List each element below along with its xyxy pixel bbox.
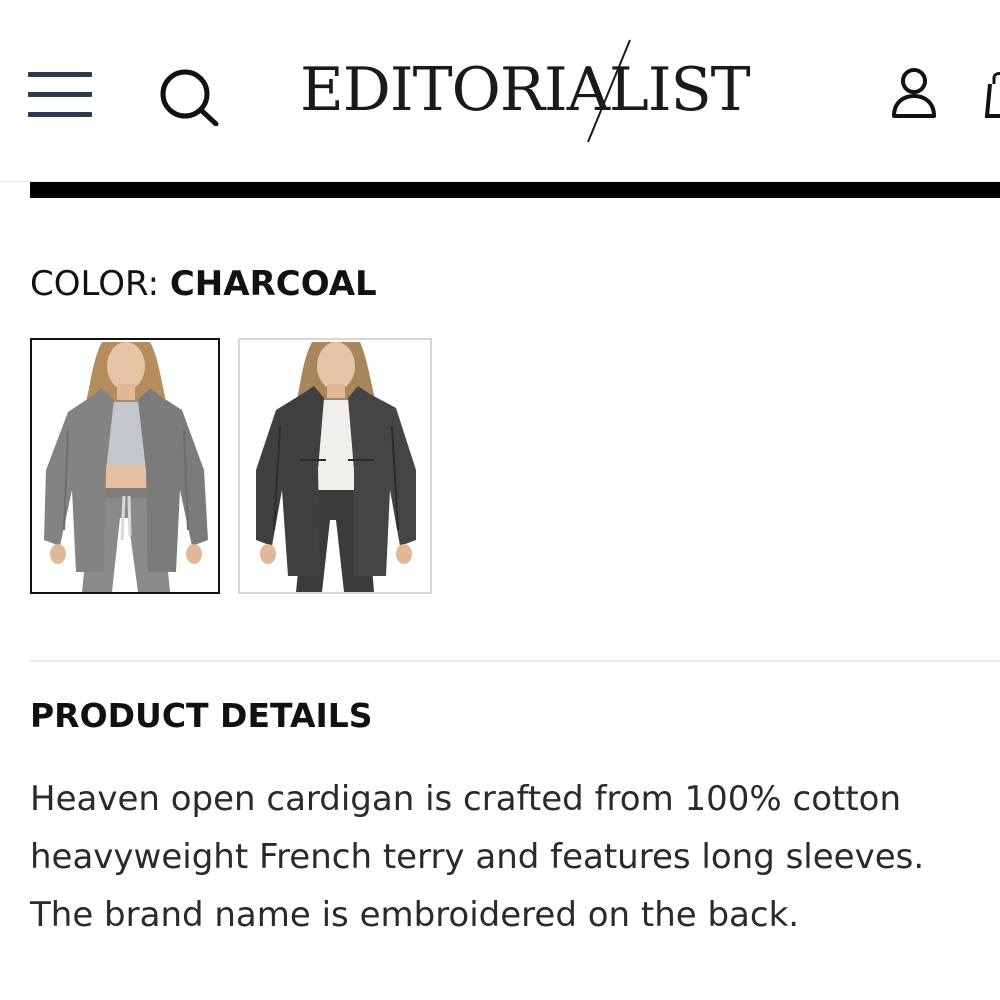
site-header: EDITORIALIST: [0, 0, 1000, 182]
swatch-product-image: [32, 340, 218, 592]
logo-slash-mark: [587, 39, 631, 143]
color-label-key: COLOR:: [30, 264, 170, 304]
product-description: Heaven open cardigan is crafted from 100…: [30, 779, 925, 935]
selected-color-value: CHARCOAL: [169, 264, 377, 304]
color-swatch-light-grey[interactable]: [30, 338, 220, 594]
swatch-product-image: [240, 340, 430, 592]
site-logo[interactable]: EDITORIALIST: [300, 38, 790, 146]
shopping-bag-icon[interactable]: [984, 70, 1000, 120]
color-swatch-charcoal[interactable]: [238, 338, 432, 594]
section-divider: [30, 660, 1000, 662]
product-details-heading: PRODUCT DETAILS: [30, 696, 373, 735]
user-icon[interactable]: [888, 66, 940, 120]
product-page: EDITORIALIST COLOR: CHARCOAL PRODUCT DET…: [0, 0, 1000, 1000]
section-divider-bar: [30, 182, 1000, 198]
color-label: COLOR: CHARCOAL: [30, 264, 377, 304]
search-icon[interactable]: [158, 68, 222, 127]
hamburger-menu-icon[interactable]: [28, 70, 94, 122]
